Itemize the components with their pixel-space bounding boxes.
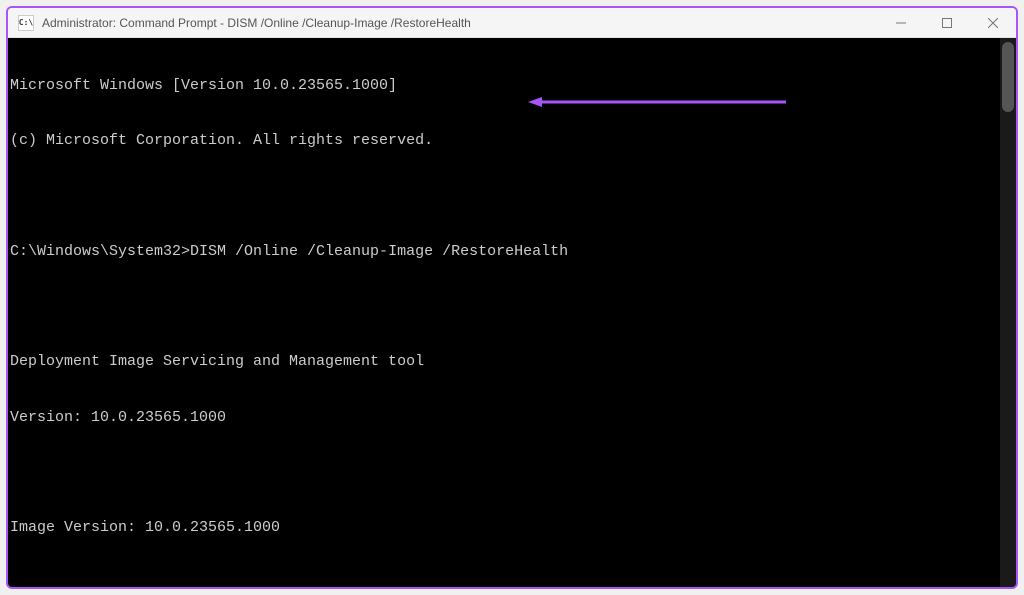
- window-controls: [878, 8, 1016, 37]
- tool-version-line: Version: 10.0.23565.1000: [10, 409, 1016, 427]
- image-version-line: Image Version: 10.0.23565.1000: [10, 519, 1016, 537]
- command-line: C:\Windows\System32>DISM /Online /Cleanu…: [10, 243, 1016, 261]
- minimize-button[interactable]: [878, 8, 924, 37]
- terminal-output: Microsoft Windows [Version 10.0.23565.10…: [8, 38, 1016, 587]
- window: C:\ Administrator: Command Prompt - DISM…: [6, 6, 1018, 589]
- tool-name-line: Deployment Image Servicing and Managemen…: [10, 353, 1016, 371]
- scrollbar[interactable]: [1000, 38, 1016, 587]
- blank-line: [10, 298, 1016, 316]
- command-text: DISM /Online /Cleanup-Image /RestoreHeal…: [190, 243, 568, 260]
- version-line: Microsoft Windows [Version 10.0.23565.10…: [10, 77, 1016, 95]
- terminal[interactable]: Microsoft Windows [Version 10.0.23565.10…: [8, 38, 1016, 587]
- copyright-line: (c) Microsoft Corporation. All rights re…: [10, 132, 1016, 150]
- cmd-icon: C:\: [18, 15, 34, 31]
- scrollbar-thumb[interactable]: [1002, 42, 1014, 112]
- titlebar[interactable]: C:\ Administrator: Command Prompt - DISM…: [8, 8, 1016, 38]
- window-title: Administrator: Command Prompt - DISM /On…: [42, 16, 878, 30]
- close-button[interactable]: [970, 8, 1016, 37]
- maximize-button[interactable]: [924, 8, 970, 37]
- prompt-text: C:\Windows\System32>: [10, 243, 190, 260]
- blank-line: [10, 188, 1016, 206]
- blank-line: [10, 464, 1016, 482]
- blank-line: [10, 575, 1016, 587]
